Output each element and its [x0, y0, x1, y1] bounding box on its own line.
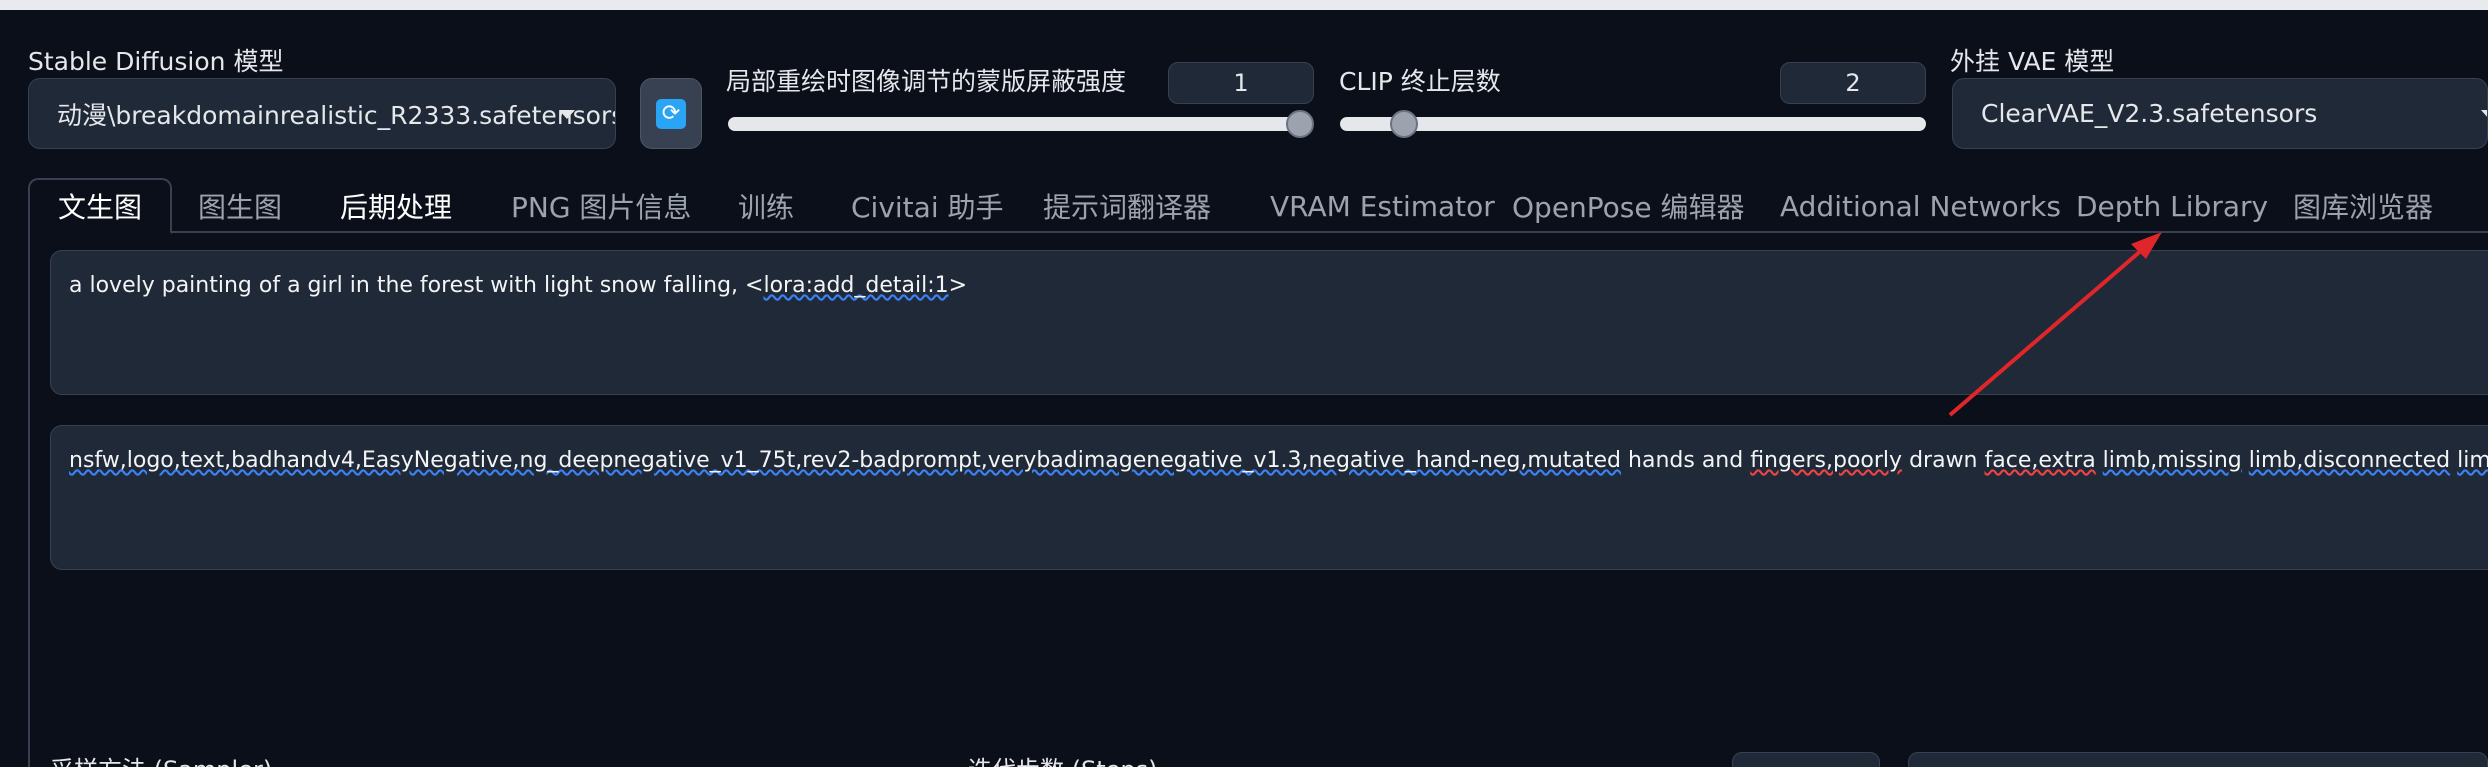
- annotation-arrow-line: [1948, 241, 2152, 417]
- annotation-arrow-icon: [1948, 232, 2162, 417]
